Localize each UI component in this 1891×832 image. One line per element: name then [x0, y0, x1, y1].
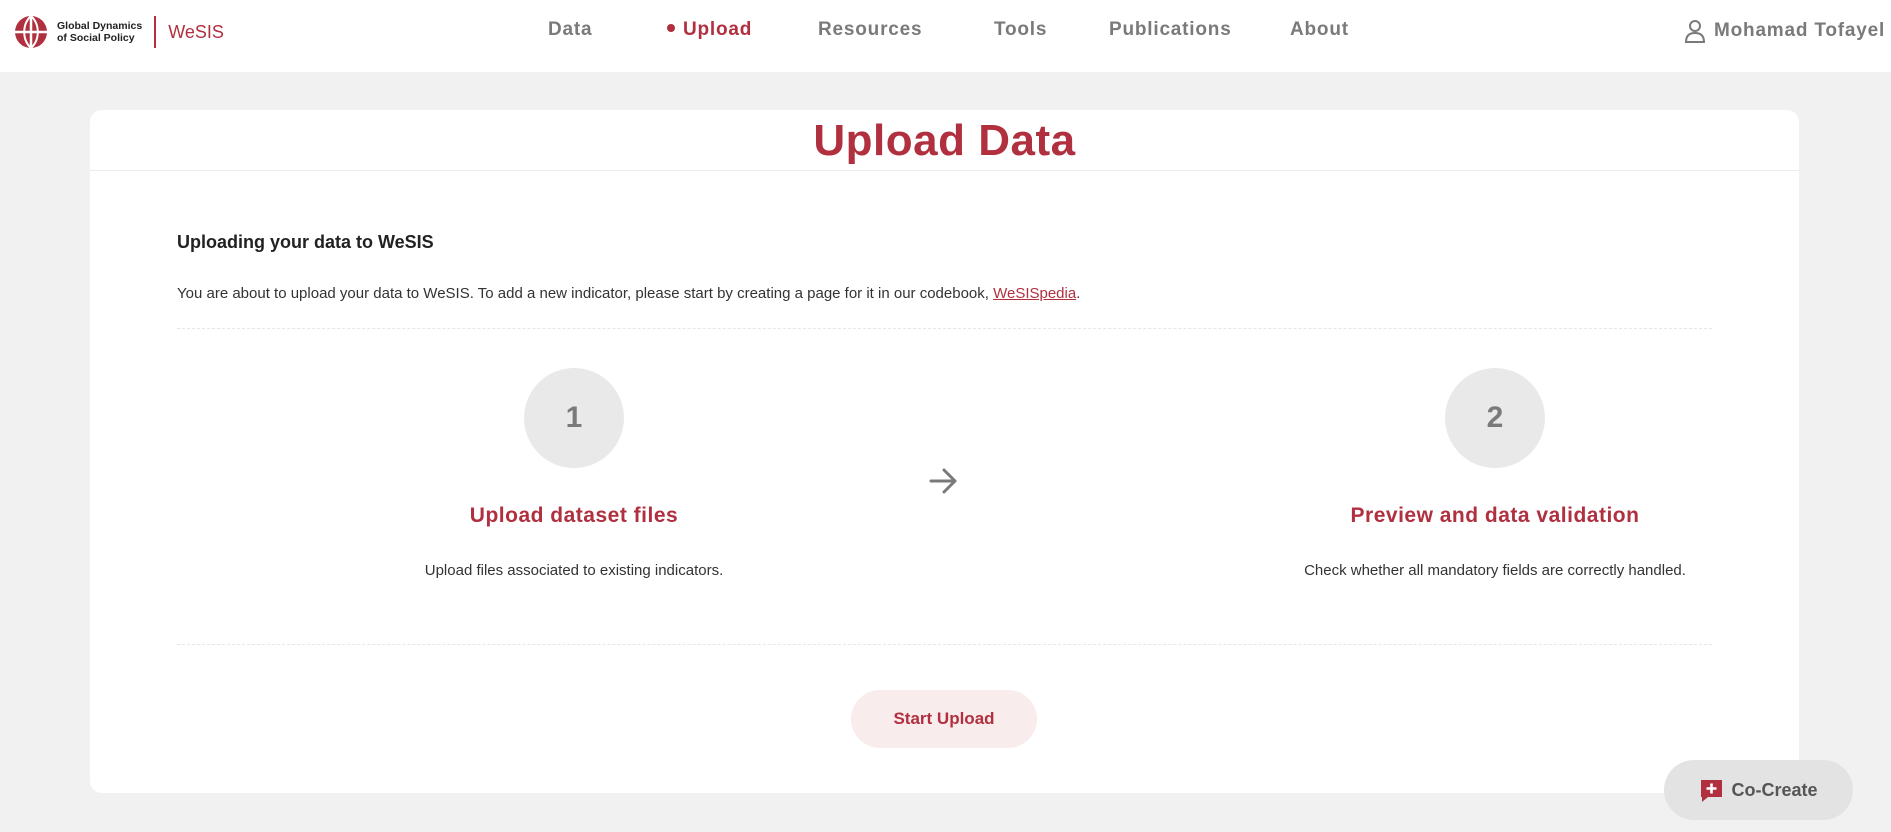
- upload-card: Upload Data Uploading your data to WeSIS…: [90, 110, 1799, 793]
- step-1-title: Upload dataset files: [469, 504, 679, 527]
- logo-text: Global Dynamics of Social Policy: [57, 20, 142, 44]
- step-1: 1 Upload dataset files Upload files asso…: [314, 368, 834, 579]
- nav-upload[interactable]: Upload: [667, 19, 752, 41]
- brand-name: WeSIS: [168, 21, 224, 42]
- intro-text: You are about to upload your data to WeS…: [177, 285, 1080, 302]
- cocreate-label: Co-Create: [1731, 779, 1818, 800]
- wesispedia-link[interactable]: WeSISpedia: [993, 285, 1076, 302]
- globe-logo-icon: [15, 15, 47, 49]
- user-menu[interactable]: Mohamad Tofayel: [1684, 19, 1885, 43]
- step-1-description: Upload files associated to existing indi…: [424, 562, 724, 579]
- intro-text-body: You are about to upload your data to WeS…: [177, 285, 994, 302]
- nav-upload-label: Upload: [683, 19, 753, 40]
- nav-publications[interactable]: Publications: [1109, 19, 1232, 41]
- plus-chat-icon: [1701, 779, 1723, 802]
- active-dot-icon: [667, 23, 675, 32]
- step-2-title: Preview and data validation: [1350, 504, 1640, 527]
- user-icon: [1684, 20, 1706, 43]
- logo-divider: [154, 16, 157, 48]
- user-name: Mohamad Tofayel: [1714, 20, 1886, 41]
- step-1-number: 1: [524, 368, 624, 468]
- intro-text-end: .: [1076, 285, 1081, 302]
- top-header: Global Dynamics of Social Policy WeSIS D…: [0, 0, 1891, 72]
- divider-bottom: [177, 644, 1712, 645]
- step-2-description: Check whether all mandatory fields are c…: [1304, 562, 1686, 579]
- arrow-right-icon: [929, 468, 957, 494]
- nav-about[interactable]: About: [1290, 19, 1349, 41]
- cocreate-button[interactable]: Co-Create: [1664, 760, 1853, 820]
- logo-text-line2: of Social Policy: [57, 32, 135, 44]
- logo[interactable]: Global Dynamics of Social Policy WeSIS: [14, 14, 224, 50]
- step-2-number: 2: [1445, 368, 1545, 468]
- start-upload-button[interactable]: Start Upload: [851, 690, 1037, 748]
- step-2: 2 Preview and data validation Check whet…: [1235, 368, 1755, 579]
- intro-heading: Uploading your data to WeSIS: [177, 232, 434, 252]
- logo-text-line1: Global Dynamics: [57, 20, 143, 32]
- card-title-bar: Upload Data: [90, 110, 1799, 171]
- page-title: Upload Data: [813, 116, 1076, 165]
- nav-data[interactable]: Data: [548, 19, 592, 41]
- divider-top: [177, 328, 1712, 329]
- nav-tools[interactable]: Tools: [994, 19, 1047, 41]
- nav-resources[interactable]: Resources: [818, 19, 922, 41]
